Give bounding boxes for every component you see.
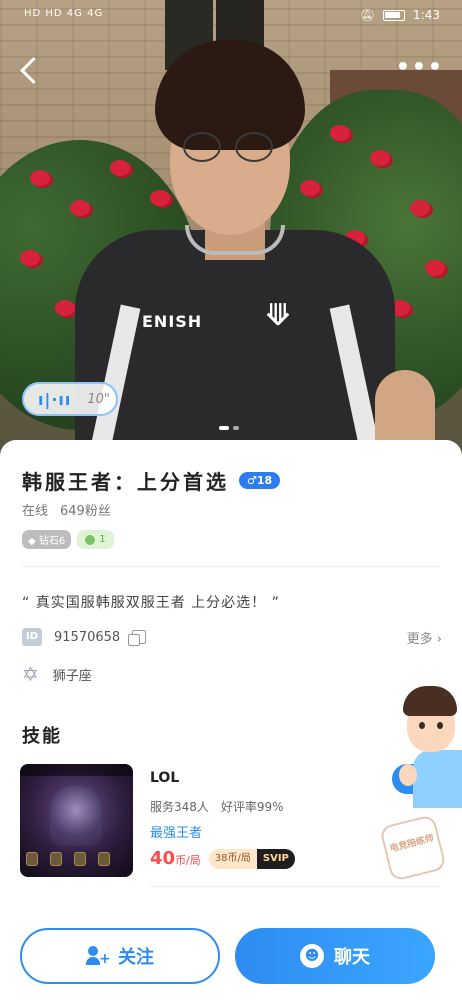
voice-wave-icon: ı|·ıı: [38, 389, 72, 409]
diamond-rank-badge: ◆ 钻石6: [22, 530, 72, 549]
price: 40币/局: [150, 848, 201, 869]
zodiac-icon: ✡: [22, 662, 39, 686]
page-dot: [233, 426, 239, 430]
online-status: 在线: [22, 504, 49, 519]
page-dot: [219, 426, 229, 430]
photo-page-indicator: [219, 426, 239, 430]
skill-card[interactable]: LOL 服务348人 好评率99% 最强王者 40币/局 38币/局 SVIP …: [20, 764, 462, 880]
rose: [30, 170, 50, 186]
bottom-action-bar: + 关注 ☻ 聊天: [0, 912, 462, 1000]
svip-price-badge: 38币/局 SVIP: [208, 848, 295, 869]
fan-count: 649粉丝: [60, 504, 111, 519]
status-bar: HD HD 4G 4G 🔕︎ 1:43: [0, 0, 462, 34]
skill-thumbnail[interactable]: [20, 764, 133, 877]
hair: [155, 40, 305, 150]
more-info-link[interactable]: 更多 ›: [407, 628, 442, 647]
rating: 好评率99%: [220, 800, 284, 814]
follow-icon: +: [86, 946, 111, 966]
clock: 1:43: [413, 8, 440, 22]
chat-button[interactable]: ☻ 聊天: [235, 928, 435, 984]
profile-name: 韩服王者：上分首选: [22, 470, 229, 494]
jersey-brand-text: ENISH: [142, 312, 203, 331]
gender-age-badge: ♂18: [239, 472, 281, 489]
back-icon[interactable]: [16, 56, 42, 86]
divider: [150, 886, 440, 887]
divider: [22, 566, 440, 567]
user-id: 91570658: [54, 629, 121, 645]
team-logo: ⟱: [265, 298, 291, 333]
rose: [55, 300, 75, 316]
person: ENISH ⟱: [75, 40, 435, 470]
glasses: [183, 132, 221, 162]
voice-intro-button[interactable]: ı|·ıı 10": [22, 382, 118, 416]
rose: [20, 250, 40, 266]
follow-button[interactable]: + 关注: [20, 928, 220, 984]
network-indicators: HD HD 4G 4G: [24, 8, 104, 19]
chat-icon: ☻: [300, 944, 324, 968]
id-icon: ID: [22, 628, 42, 646]
mute-icon: 🔕︎: [359, 8, 376, 22]
level-badge: 1: [77, 530, 114, 549]
battery-icon: [383, 9, 406, 21]
more-icon[interactable]: •••: [396, 57, 444, 79]
rose: [425, 260, 445, 276]
skills-title: 技能: [22, 726, 62, 747]
profile-quote: “ 真实国服韩服双服王者 上分必选！ ”: [22, 595, 280, 611]
served-count: 服务348人: [150, 800, 209, 814]
mascot-illustration[interactable]: [395, 678, 462, 808]
copy-icon[interactable]: [128, 630, 147, 646]
rose: [410, 200, 430, 216]
skill-game-name: LOL: [150, 770, 180, 786]
zodiac-sign: 狮子座: [52, 668, 92, 684]
profile-photo[interactable]: ENISH ⟱ HD HD 4G 4G 🔕︎ 1:43 ••• ı|·ıı 10…: [0, 0, 462, 470]
voice-duration: 10": [87, 391, 110, 407]
rank-tag: 最强王者: [150, 826, 203, 841]
